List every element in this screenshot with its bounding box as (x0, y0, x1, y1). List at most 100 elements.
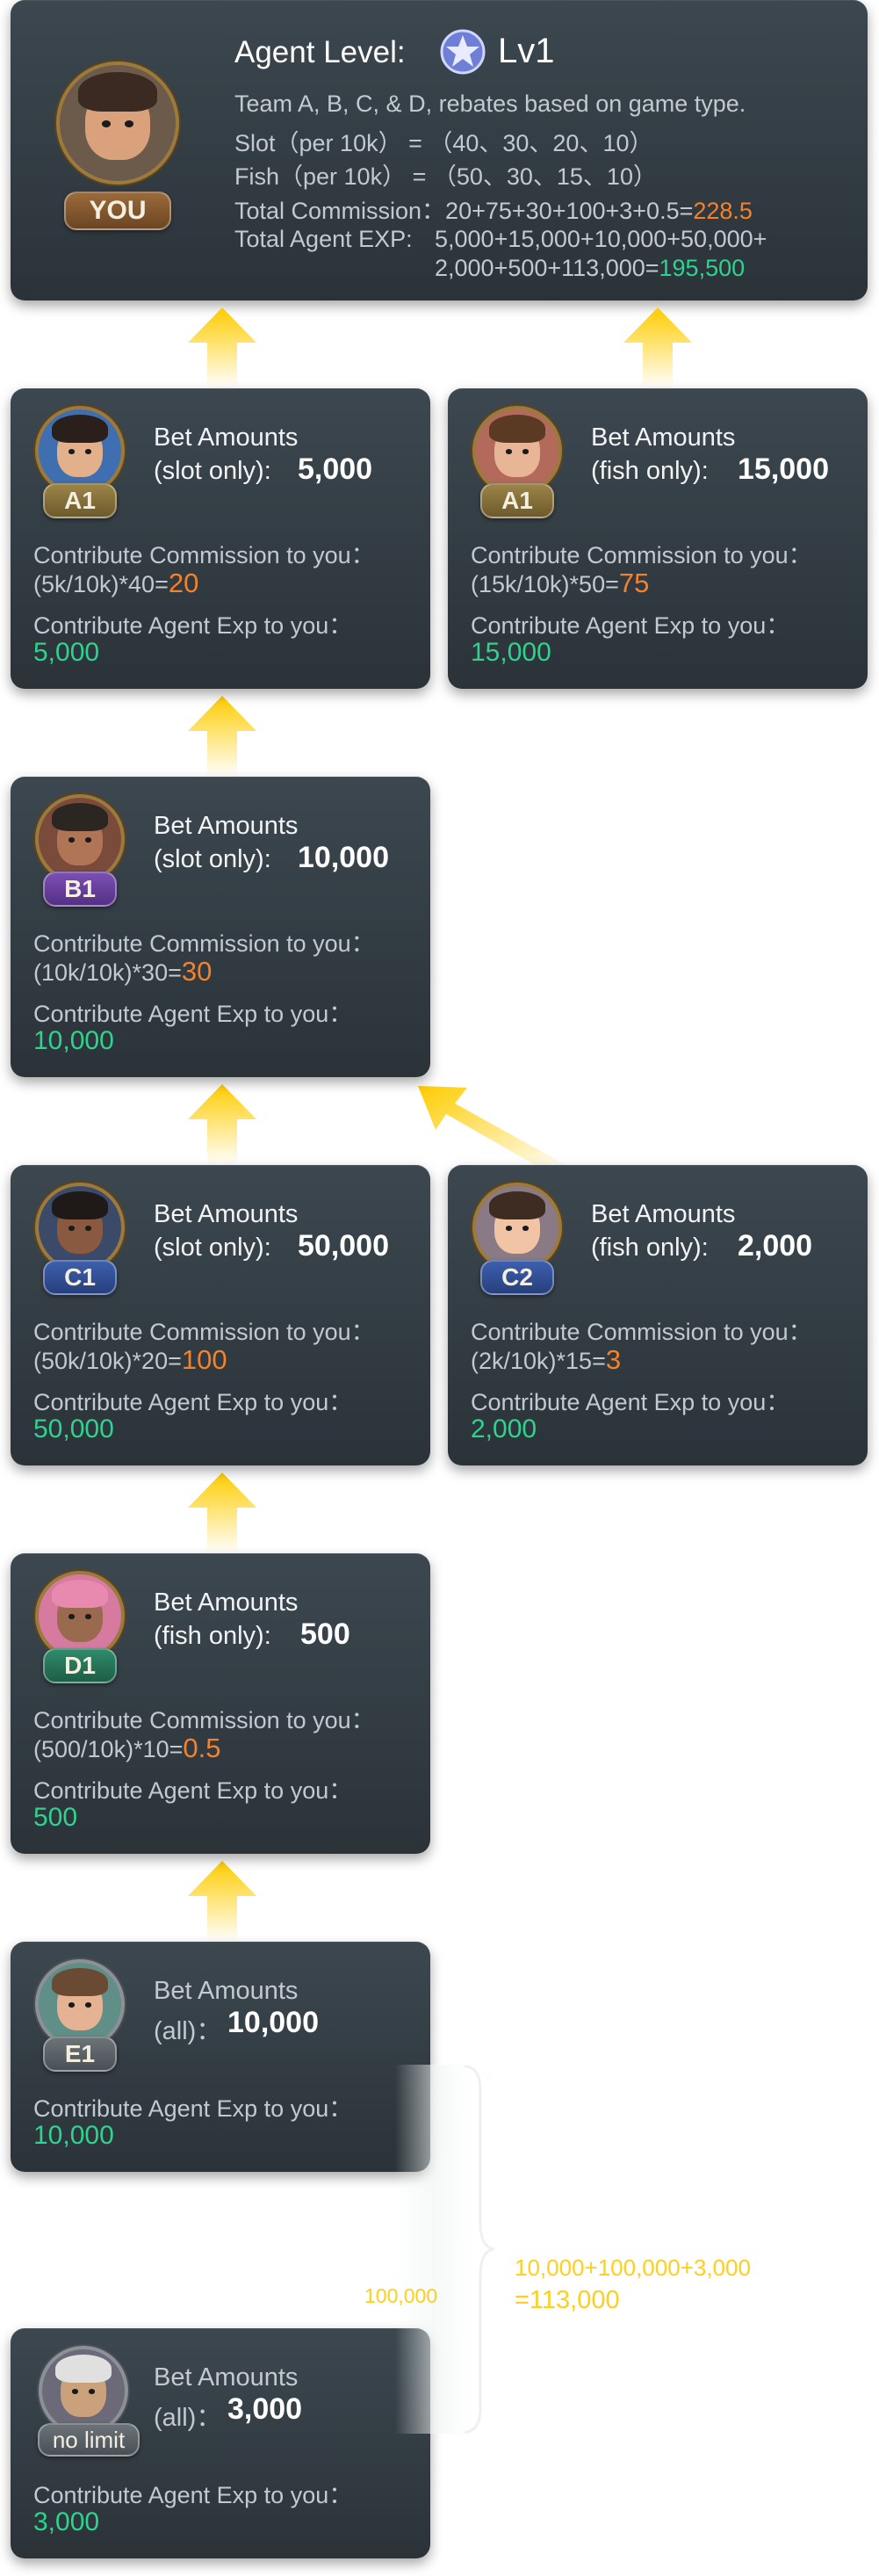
member-card-c2: C2 Bet Amounts (fish only): 2,000 Contri… (448, 1165, 868, 1465)
exp-value: 10,000 (33, 2121, 114, 2150)
commission-label: Contribute Commission to you： (33, 1707, 375, 1733)
bet-title: Bet Amounts (591, 423, 736, 452)
bet-type: (slot only): (154, 1234, 271, 1262)
member-card-c1: C1 Bet Amounts (slot only): 50,000 Contr… (11, 1165, 430, 1465)
mid-value: 100,000 (364, 2284, 438, 2307)
member-avatar: E1 (32, 1959, 128, 2073)
bet-type: (all)： (154, 2017, 222, 2045)
member-badge: C1 (43, 1260, 117, 1295)
exp-value: 3,000 (33, 2507, 100, 2536)
commission-formula: (500/10k)*10=0.5 (33, 1733, 221, 1763)
arrow-up-icon (188, 1861, 256, 1942)
exp-value: 2,000 (471, 1415, 537, 1444)
arrow-up-icon (188, 696, 256, 777)
bet-value: 5,000 (298, 452, 373, 486)
commission-value: 75 (618, 568, 650, 598)
member-avatar: A1 (32, 406, 128, 520)
total-exp-value: 195,500 (659, 255, 746, 281)
exp-label: Contribute Agent Exp to you： (33, 2482, 353, 2508)
you-badge: YOU (64, 192, 171, 230)
exp-label: Contribute Agent Exp to you： (33, 2095, 353, 2122)
total-commission-value: 228.5 (693, 198, 753, 224)
page: { "agent": { "level_label": "Agent Level… (0, 0, 879, 2576)
exp-value: 50,000 (33, 1415, 114, 1444)
bet-value: 10,000 (298, 841, 389, 874)
exp-value: 15,000 (471, 638, 551, 667)
bet-title: Bet Amounts (154, 2363, 299, 2391)
member-card-a1-slot: A1 Bet Amounts (slot only): 5,000 Contri… (11, 388, 430, 689)
member-badge: A1 (480, 483, 554, 518)
bet-value: 500 (300, 1617, 350, 1651)
you-avatar: YOU (53, 62, 183, 230)
arrow-up-icon (188, 1084, 256, 1165)
member-avatar: C1 (32, 1183, 128, 1297)
arrow-up-icon (188, 308, 256, 388)
exp-value: 500 (33, 1803, 78, 1832)
member-badge: B1 (43, 872, 117, 907)
member-badge: no limit (38, 2423, 140, 2457)
bet-type: (fish only): (591, 1234, 709, 1262)
commission-value: 3 (605, 1344, 622, 1375)
exp-label: Contribute Agent Exp to you： (471, 1389, 790, 1415)
exp-label: Contribute Agent Exp to you： (471, 612, 790, 639)
member-card-no-limit: no limit Bet Amounts (all)： 3,000 Contri… (11, 2328, 430, 2558)
bet-type: (slot only): (154, 845, 271, 873)
total-exp-line1: 5,000+15,000+10,000+50,000+ (435, 226, 767, 252)
bet-title: Bet Amounts (154, 1588, 299, 1617)
member-avatar: A1 (469, 406, 566, 520)
bet-title: Bet Amounts (154, 423, 299, 452)
commission-value: 20 (168, 568, 199, 598)
slot-rates: Slot（per 10k） = （40、30、20、10） (234, 130, 653, 156)
commission-value: 100 (181, 1344, 227, 1375)
member-badge: E1 (43, 2037, 117, 2072)
bet-type: (all)： (154, 2404, 222, 2432)
total-commission: Total Commission：20+75+30+100+3+0.5=228.… (234, 198, 753, 224)
arrow-up-icon (188, 1473, 256, 1553)
bet-value: 10,000 (227, 2006, 319, 2039)
commission-formula: (2k/10k)*15=3 (471, 1344, 622, 1375)
fish-rates: Fish（per 10k） = （50、30、15、10） (234, 163, 657, 190)
member-card-e1: E1 Bet Amounts (all)： 10,000 Contribute … (11, 1942, 430, 2172)
commission-label: Contribute Commission to you： (33, 930, 375, 957)
commission-label: Contribute Commission to you： (33, 542, 375, 568)
total-exp-line2: 2,000+500+113,000=195,500 (435, 255, 746, 281)
commission-label: Contribute Commission to you： (471, 1319, 812, 1345)
member-avatar: D1 (32, 1571, 128, 1685)
commission-label: Contribute Commission to you： (471, 542, 812, 568)
bet-title: Bet Amounts (591, 1200, 736, 1228)
commission-formula: (10k/10k)*30=30 (33, 956, 213, 987)
exp-label: Contribute Agent Exp to you： (33, 1001, 353, 1027)
member-card-b1: B1 Bet Amounts (slot only): 10,000 Contr… (11, 777, 430, 1077)
bet-title: Bet Amounts (154, 812, 299, 840)
commission-formula: (50k/10k)*20=100 (33, 1344, 227, 1375)
member-avatar: C2 (469, 1183, 566, 1297)
commission-formula: (5k/10k)*40=20 (33, 568, 199, 598)
summary-line1: 10,000+100,000+3,000 (515, 2254, 751, 2281)
arrow-up-icon (623, 308, 692, 388)
commission-value: 0.5 (183, 1733, 221, 1763)
member-badge: D1 (43, 1648, 117, 1683)
bet-title: Bet Amounts (154, 1977, 299, 2005)
commission-label: Contribute Commission to you： (33, 1319, 375, 1345)
member-badge: C2 (480, 1260, 554, 1295)
arrow-diagonal-icon (418, 1086, 569, 1170)
total-exp-label: Total Agent EXP: (234, 226, 413, 252)
agent-level-label: Agent Level: (234, 35, 406, 69)
bet-type: (fish only): (591, 457, 709, 485)
exp-value: 5,000 (33, 638, 100, 667)
bet-value: 15,000 (738, 452, 829, 486)
rebate-note: Team A, B, C, & D, rebates based on game… (234, 90, 746, 117)
member-card-a1-fish: A1 Bet Amounts (fish only): 15,000 Contr… (448, 388, 868, 689)
member-avatar: no limit (32, 2346, 146, 2460)
curly-brace-icon (464, 2065, 495, 2434)
exp-label: Contribute Agent Exp to you： (33, 1389, 353, 1415)
exp-label: Contribute Agent Exp to you： (33, 612, 353, 639)
bet-title: Bet Amounts (154, 1200, 299, 1228)
agent-summary-card: YOU Agent Level: Lv1 Team A, B, C, & D, … (11, 0, 868, 300)
commission-formula: (15k/10k)*50=75 (471, 568, 650, 598)
commission-value: 30 (181, 956, 213, 987)
exp-value: 10,000 (33, 1026, 114, 1055)
bet-type: (slot only): (154, 457, 271, 485)
summary-line2: =113,000 (515, 2286, 620, 2314)
bet-type: (fish only): (154, 1622, 271, 1650)
